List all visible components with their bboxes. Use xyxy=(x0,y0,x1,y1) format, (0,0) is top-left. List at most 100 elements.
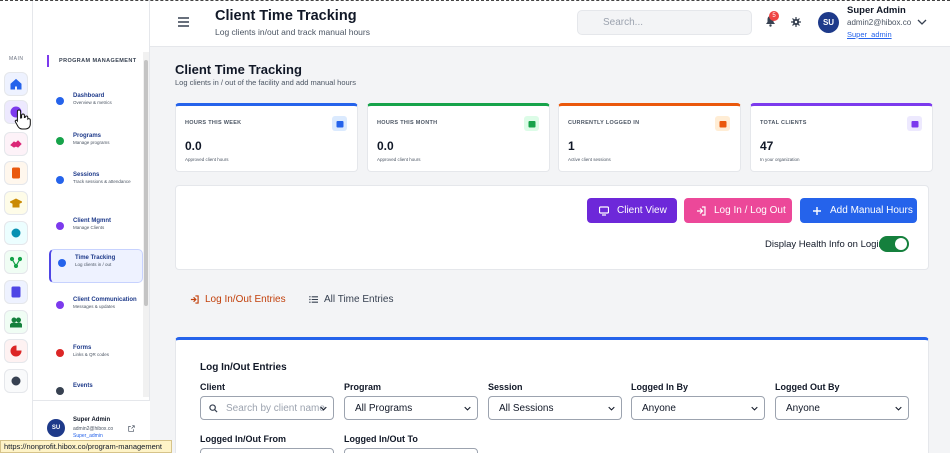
nav-scroll-thumb[interactable] xyxy=(144,60,148,306)
chevron-down-icon xyxy=(464,406,471,411)
stat-label: HOURS THIS MONTH xyxy=(377,120,438,126)
client-view-button[interactable]: Client View xyxy=(587,198,677,223)
nav-item-dashboard[interactable]: Dashboard Overview & metrics xyxy=(49,88,143,110)
to-date-input[interactable] xyxy=(344,448,478,453)
sign-in-icon xyxy=(719,120,726,127)
avatar[interactable]: SU xyxy=(47,419,65,437)
events-icon xyxy=(56,387,64,395)
network-icon xyxy=(10,256,22,268)
from-date-input[interactable] xyxy=(200,448,334,453)
chevron-down-icon xyxy=(895,406,902,411)
stat-icon-box xyxy=(524,116,539,131)
stat-icon-box xyxy=(332,116,347,131)
stat-card-hours-this-month: HOURS THIS MONTH 0.0 Approved client hours xyxy=(367,103,550,172)
list-icon xyxy=(309,296,318,303)
program-select[interactable]: All Programs xyxy=(344,396,478,420)
stat-label: HOURS THIS WEEK xyxy=(185,120,242,126)
team-icon xyxy=(10,317,22,328)
logged-in-by-select[interactable]: Anyone xyxy=(631,396,765,420)
page-subtitle: Log clients in / out of the facility and… xyxy=(175,78,356,87)
client-view-label: Client View xyxy=(617,205,667,216)
gear-icon[interactable] xyxy=(791,17,801,27)
session-select-value: All Sessions xyxy=(499,402,554,414)
tab-log-entries[interactable]: Log In/Out Entries xyxy=(190,294,286,305)
nav-item-title: Client Mgmnt xyxy=(73,218,111,224)
monitor-icon xyxy=(599,205,609,216)
nav-item-title: Forms xyxy=(73,345,92,351)
rail-button-settings[interactable] xyxy=(4,369,28,393)
add-manual-hours-button[interactable]: Add Manual Hours xyxy=(800,198,917,223)
nav-item-subtitle: Manage Clients xyxy=(73,225,105,230)
plus-icon xyxy=(813,206,821,215)
tab-log-entries-label: Log In/Out Entries xyxy=(205,294,286,305)
nav-item-subtitle: Overview & metrics xyxy=(73,100,112,105)
nav-item-title: Sessions xyxy=(73,172,100,178)
rail-button-graduation-cap[interactable] xyxy=(4,191,28,215)
rail-section-label: MAIN xyxy=(9,56,24,62)
nav-item-title: Time Tracking xyxy=(75,255,116,261)
nav-scrollbar[interactable] xyxy=(143,52,149,397)
nav-item-forms[interactable]: Forms Links & QR codes xyxy=(49,340,143,362)
page-title: Client Time Tracking xyxy=(175,62,302,77)
stat-label: CURRENTLY LOGGED IN xyxy=(568,120,640,126)
rail-button-home[interactable] xyxy=(4,72,28,96)
nav-item-sessions[interactable]: Sessions Track sessions & attendance xyxy=(49,167,143,189)
rail-button-pie-chart[interactable] xyxy=(4,339,28,363)
nav-item-programs[interactable]: Programs Manage programs xyxy=(49,128,143,150)
search-icon xyxy=(209,404,218,413)
tab-all-time-entries-label: All Time Entries xyxy=(324,294,394,305)
add-manual-hours-label: Add Manual Hours xyxy=(830,205,913,216)
program-nav: PROGRAM MANAGEMENT Dashboard Overview & m… xyxy=(33,0,150,453)
rail-button-handshake[interactable] xyxy=(4,132,28,156)
chevron-down-icon[interactable] xyxy=(917,17,927,27)
forms-icon xyxy=(56,349,64,357)
logged-out-by-label: Logged Out By xyxy=(775,382,840,392)
stat-value: 0.0 xyxy=(377,139,394,153)
rail-button-report[interactable] xyxy=(4,280,28,304)
nav-user-role[interactable]: Super_admin xyxy=(73,433,103,439)
filters-card: Log In/Out Entries Client Search by clie… xyxy=(175,337,929,453)
home-icon xyxy=(10,78,22,90)
nav-item-events[interactable]: Events xyxy=(49,378,143,400)
users-icon xyxy=(911,120,918,127)
actions-card: Client View Log In / Log Out Add Manual … xyxy=(175,185,929,270)
nav-item-title: Programs xyxy=(73,133,102,139)
from-date-label: Logged In/Out From xyxy=(200,434,286,444)
avatar[interactable]: SU xyxy=(818,12,839,33)
nav-item-time-tracking[interactable]: Time Tracking Log clients in / out xyxy=(49,249,143,283)
search-input[interactable]: Search... xyxy=(577,10,752,35)
header-user-role[interactable]: Super_admin xyxy=(847,30,892,39)
log-in-out-label: Log In / Log Out xyxy=(714,205,786,216)
circle-icon xyxy=(11,228,21,238)
rail-button-building[interactable] xyxy=(4,161,28,185)
session-select[interactable]: All Sessions xyxy=(488,396,622,420)
logged-out-by-select[interactable]: Anyone xyxy=(775,396,909,420)
stat-value: 47 xyxy=(760,139,774,153)
rail-button-network[interactable] xyxy=(4,250,28,274)
stat-card-total-clients: TOTAL CLIENTS 47 In your organization xyxy=(750,103,933,172)
rail-button-circle[interactable] xyxy=(4,221,28,245)
tab-all-time-entries[interactable]: All Time Entries xyxy=(309,294,393,305)
health-info-label: Display Health Info on Login xyxy=(765,239,884,250)
sessions-icon xyxy=(56,176,64,184)
main-content: Client Time Tracking Log clients in / ou… xyxy=(150,47,950,453)
nav-item-subtitle: Track sessions & attendance xyxy=(73,179,131,184)
nav-item-subtitle: Log clients in / out xyxy=(75,262,112,267)
calendar-icon xyxy=(528,120,535,127)
report-icon xyxy=(11,286,21,298)
nav-item-client-communication[interactable]: Client Communication Messages & updates xyxy=(49,292,143,314)
session-filter-label: Session xyxy=(488,382,523,392)
external-link-icon[interactable] xyxy=(128,425,135,432)
to-date-label: Logged In/Out To xyxy=(344,434,418,444)
rail-button-team[interactable] xyxy=(4,310,28,334)
client-search-input[interactable]: Search by client name xyxy=(200,396,334,420)
nav-item-subtitle: Manage programs xyxy=(73,140,110,145)
menu-icon[interactable] xyxy=(178,17,189,27)
program-select-value: All Programs xyxy=(355,402,413,414)
sign-in-icon xyxy=(190,295,199,304)
logged-in-by-value: Anyone xyxy=(642,402,676,414)
nav-item-client-mgmnt[interactable]: Client Mgmnt Manage Clients xyxy=(49,213,143,235)
health-info-toggle[interactable] xyxy=(879,236,909,252)
clients-icon xyxy=(56,222,64,230)
log-in-out-button[interactable]: Log In / Log Out xyxy=(684,198,792,223)
